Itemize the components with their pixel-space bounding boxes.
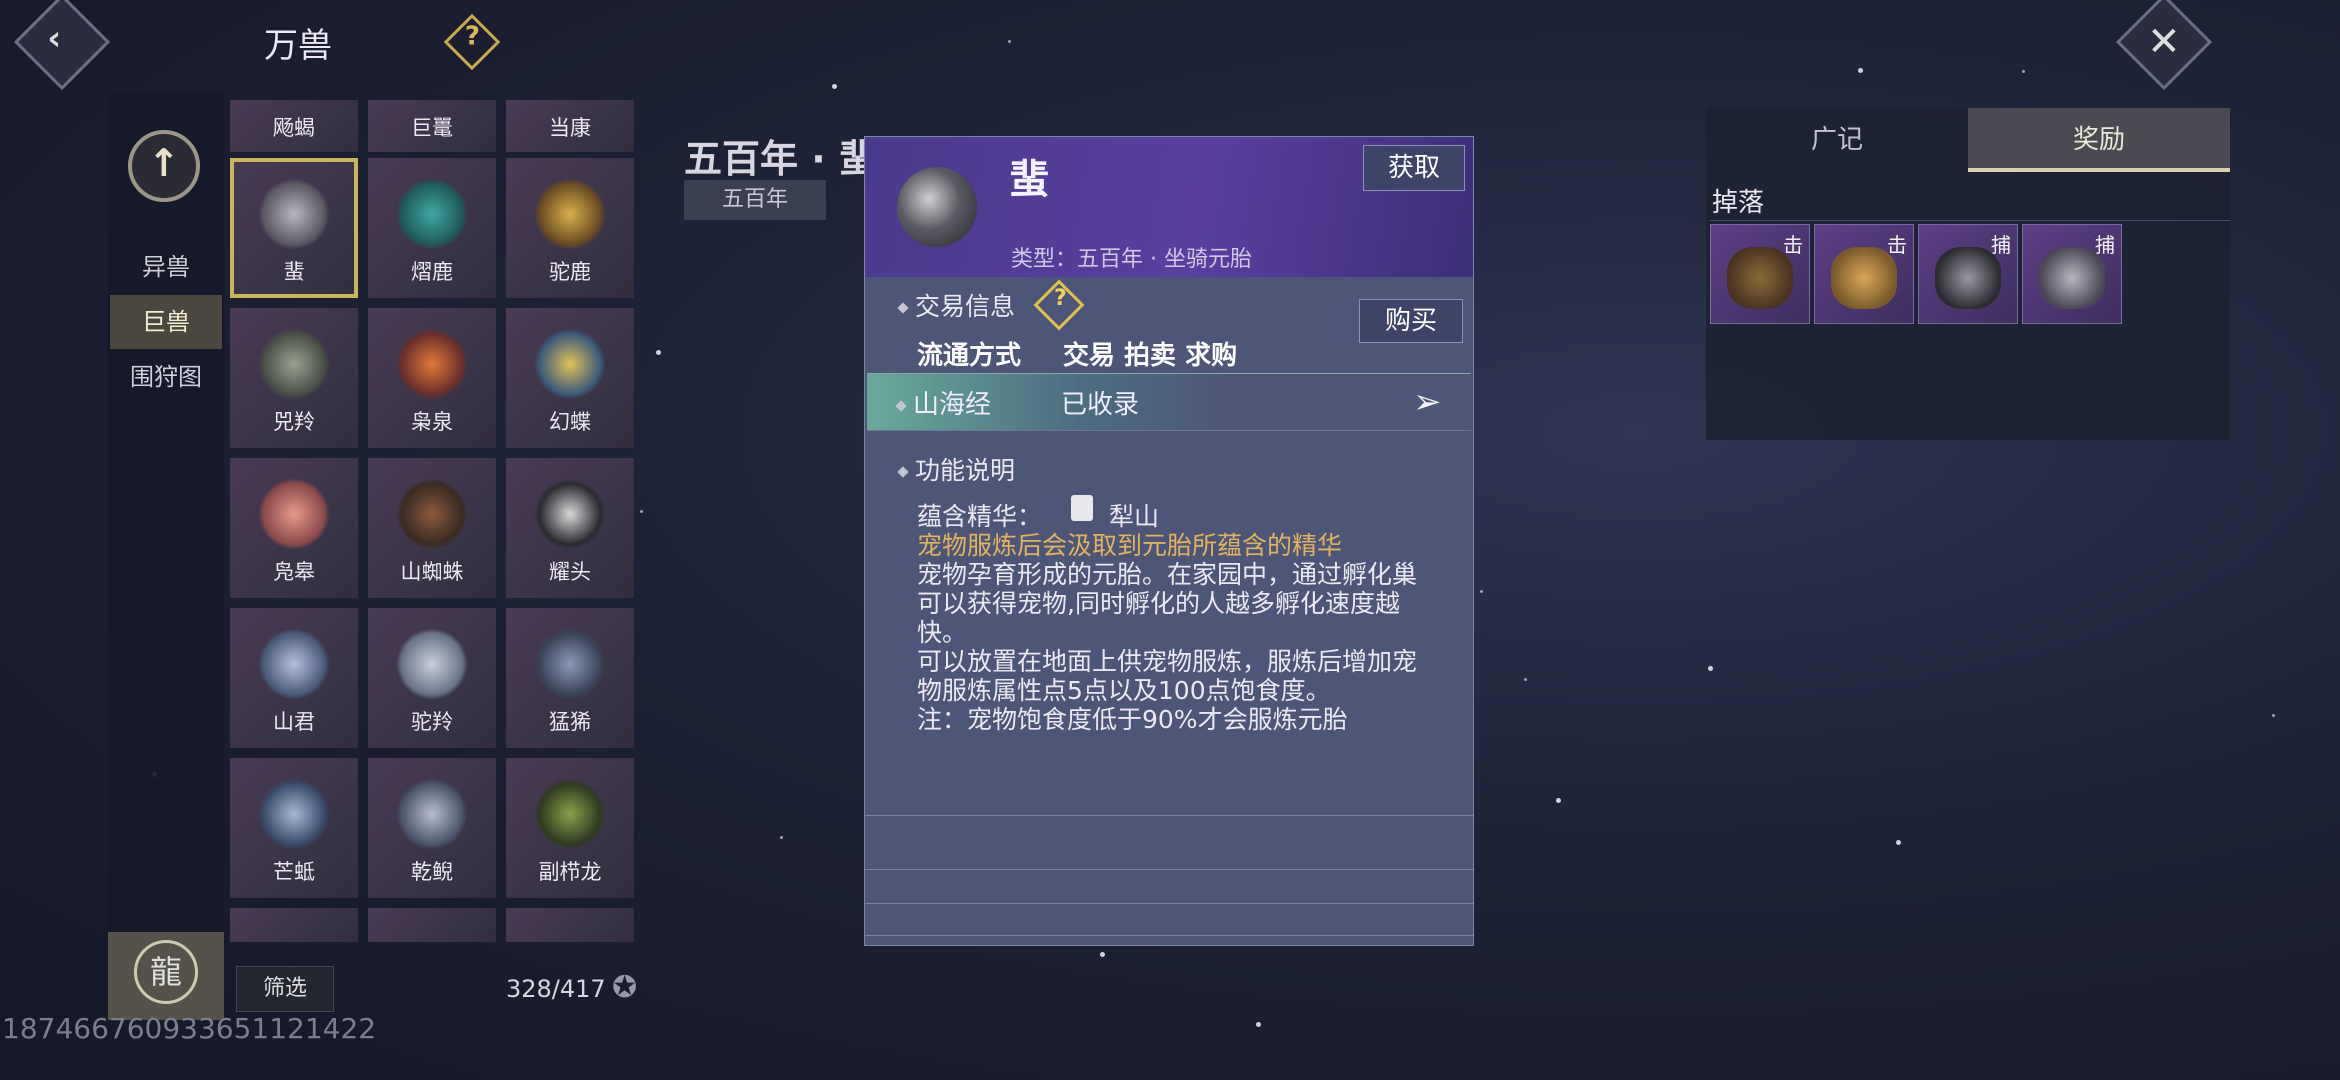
back-button[interactable]: ‹ — [13, 0, 111, 91]
divider — [865, 869, 1473, 870]
drop-item[interactable]: 击 — [1814, 224, 1914, 324]
beast-card[interactable]: 驼羚 — [368, 608, 496, 748]
tab-yishou[interactable]: 异兽 — [110, 240, 222, 294]
beast-card[interactable]: 芒蚳 — [230, 758, 358, 898]
divider — [865, 903, 1473, 904]
shanhai-status: 已收录 — [1061, 390, 1140, 420]
desc-paragraph: 可以放置在地面上供宠物服炼，服炼后增加宠物服炼属性点5点以及100点饱食度。 — [917, 647, 1418, 705]
filter-button[interactable]: 筛选 — [236, 966, 334, 1012]
scroll-up-button[interactable]: ↑ — [128, 130, 200, 202]
star-badge-icon: ✪ — [612, 970, 638, 1005]
beast-card[interactable]: 幻蝶 — [506, 308, 634, 448]
tab-jushou[interactable]: 巨兽 — [110, 295, 222, 349]
popup-header: 蜚 类型：五百年 · 坐骑元胎 获取 — [865, 137, 1473, 277]
beast-card[interactable]: 熠鹿 — [368, 158, 496, 298]
function-description: 宠物服炼后会汲取到元胎所蕴含的精华 宠物孕育形成的元胎。在家园中，通过孵化巢可以… — [917, 531, 1437, 734]
beast-card-selected[interactable]: 蜚 — [230, 158, 358, 298]
close-x-icon: ✕ — [2147, 18, 2181, 65]
send-plane-icon[interactable]: ➢ — [1413, 382, 1442, 422]
beast-card[interactable]: 副栉龙 — [506, 758, 634, 898]
user-id-watermark: 18746676093365112142​2 — [2, 1012, 377, 1045]
essence-icon — [1071, 495, 1093, 521]
item-egg-image — [897, 167, 977, 247]
trade-info-title: 交易信息 — [897, 287, 1015, 323]
beast-card[interactable]: 山君 — [230, 608, 358, 748]
divider — [865, 935, 1473, 936]
drop-item[interactable]: 捕 — [1918, 224, 2018, 324]
essence-label: 蕴含精华： — [917, 502, 1043, 531]
beast-card[interactable]: 当康 — [506, 100, 634, 152]
shanhai-label: 山海经 — [895, 384, 991, 421]
drop-item[interactable]: 击 — [1710, 224, 1810, 324]
divider — [865, 815, 1473, 816]
tab-guangji[interactable]: 广记 — [1706, 108, 1968, 172]
tab-reward[interactable]: 奖励 — [1968, 108, 2230, 172]
collection-count: 328/417 — [506, 975, 606, 1003]
beast-detail-title: 五百年 · 蜚 — [684, 137, 877, 181]
item-detail-popup: 蜚 类型：五百年 · 坐骑元胎 获取 交易信息 ? 购买 流通方式 交易 拍卖 … — [864, 136, 1474, 946]
question-diamond-icon[interactable]: ? — [1033, 279, 1085, 331]
dragon-avatar-icon: 龍 — [134, 940, 198, 1004]
beast-card[interactable] — [230, 908, 358, 942]
shanhai-row[interactable]: 山海经 已收录 ➢ — [867, 373, 1471, 431]
buy-button[interactable]: 购买 — [1359, 299, 1463, 343]
function-title: 功能说明 — [897, 451, 1015, 487]
drop-title: 掉落 — [1712, 188, 1765, 218]
beast-card[interactable]: 巨鼍 — [368, 100, 496, 152]
beast-card[interactable]: 耀头 — [506, 458, 634, 598]
beast-card[interactable] — [506, 908, 634, 942]
beast-card[interactable] — [368, 908, 496, 942]
close-button[interactable]: ✕ — [2115, 0, 2213, 91]
chevron-left-icon: ‹ — [47, 18, 62, 59]
desc-paragraph: 宠物孕育形成的元胎。在家园中，通过孵化巢可以获得宠物,同时孵化的人越多孵化速度越… — [917, 560, 1418, 647]
item-type: 类型：五百年 · 坐骑元胎 — [1011, 247, 1252, 272]
beast-detail-tag: 五百年 — [684, 180, 826, 220]
question-diamond-icon[interactable]: ? — [443, 13, 501, 71]
circulation-label: 流通方式 — [917, 341, 1022, 371]
beast-card[interactable]: 凫皋 — [230, 458, 358, 598]
beast-card[interactable]: 猛狶 — [506, 608, 634, 748]
drop-item[interactable]: 捕 — [2022, 224, 2122, 324]
desc-note: 注：宠物饱食度低于90%才会服炼元胎 — [917, 705, 1348, 734]
beast-card[interactable]: 乾鲵 — [368, 758, 496, 898]
beast-card[interactable]: 山蜘蛛 — [368, 458, 496, 598]
arrow-up-icon: ↑ — [148, 141, 180, 185]
obtain-button[interactable]: 获取 — [1363, 145, 1465, 191]
item-name: 蜚 — [1009, 157, 1049, 203]
essence-value: 犁山 — [1109, 502, 1160, 531]
category-rail — [108, 92, 224, 962]
circulation-value: 交易 拍卖 求购 — [1063, 341, 1238, 371]
beast-card[interactable]: 枭泉 — [368, 308, 496, 448]
tab-weishoutu[interactable]: 围狩图 — [110, 350, 222, 404]
desc-highlight: 宠物服炼后会汲取到元胎所蕴含的精华 — [917, 531, 1343, 560]
avatar-button[interactable]: 龍 — [108, 932, 224, 1020]
diamond-bullet-icon — [897, 302, 909, 314]
beast-card[interactable]: 兕羚 — [230, 308, 358, 448]
divider — [1710, 220, 2230, 221]
beast-card[interactable]: 驼鹿 — [506, 158, 634, 298]
diamond-bullet-icon — [895, 399, 907, 412]
diamond-bullet-icon — [897, 466, 909, 478]
beast-card[interactable]: 飏蝎 — [230, 100, 358, 152]
page-title: 万兽 — [264, 26, 332, 66]
